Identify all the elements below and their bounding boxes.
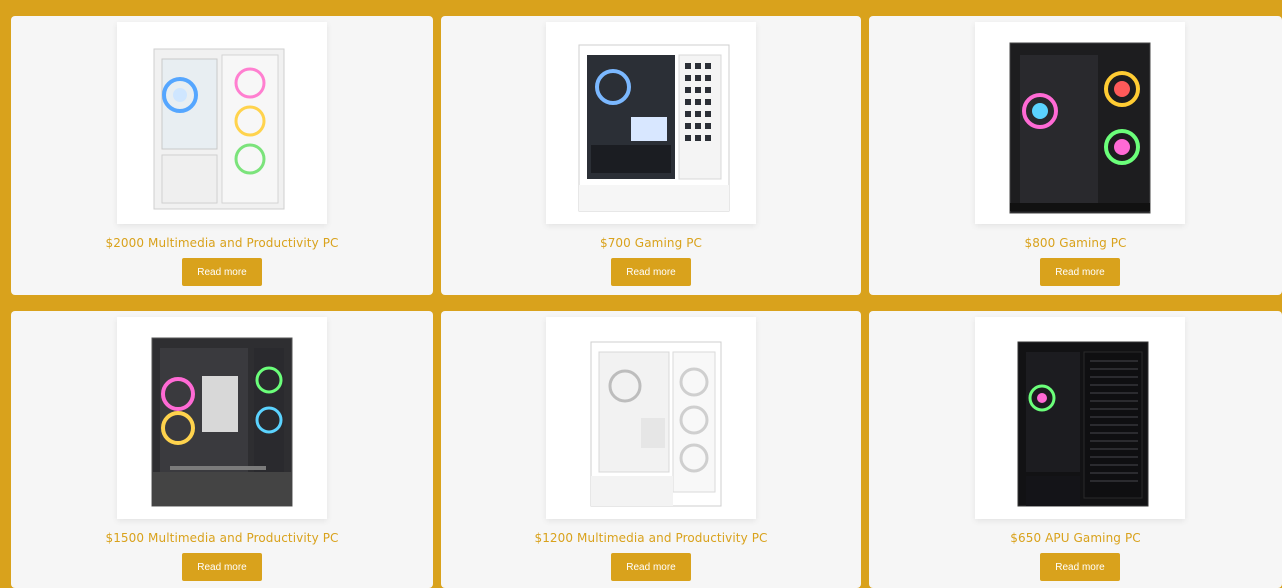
product-title[interactable]: $2000 Multimedia and Productivity PC <box>11 236 433 250</box>
read-more-button[interactable]: Read more <box>182 553 262 581</box>
pc-case-black-glass-image[interactable] <box>975 22 1185 224</box>
product-card: $1200 Multimedia and Productivity PC Rea… <box>441 311 861 588</box>
read-more-button[interactable]: Read more <box>611 258 691 286</box>
product-card: $2000 Multimedia and Productivity PC Rea… <box>11 16 433 295</box>
pc-case-white-mesh-image[interactable] <box>117 22 327 224</box>
pc-case-black-mesh-image-graphic <box>1017 341 1149 507</box>
pc-case-black-glass-image-graphic <box>1009 42 1151 214</box>
product-title[interactable]: $1500 Multimedia and Productivity PC <box>11 531 433 545</box>
read-more-button[interactable]: Read more <box>611 553 691 581</box>
pc-case-dark-glass-image[interactable] <box>117 317 327 519</box>
product-title[interactable]: $800 Gaming PC <box>869 236 1282 250</box>
read-more-button[interactable]: Read more <box>1040 258 1120 286</box>
product-title[interactable]: $700 Gaming PC <box>441 236 861 250</box>
pc-case-white-mesh-image-graphic <box>153 48 285 210</box>
product-card: $650 APU Gaming PC Read more <box>869 311 1282 588</box>
product-title[interactable]: $1200 Multimedia and Productivity PC <box>441 531 861 545</box>
pc-case-white-airflow-image-graphic <box>590 341 722 507</box>
pc-case-dark-glass-image-graphic <box>151 337 293 507</box>
pc-case-white-airflow-image[interactable] <box>546 317 756 519</box>
pc-case-white-window-image-graphic <box>578 44 730 212</box>
product-title[interactable]: $650 APU Gaming PC <box>869 531 1282 545</box>
pc-case-white-window-image[interactable] <box>546 22 756 224</box>
product-grid: $2000 Multimedia and Productivity PC Rea… <box>0 0 1282 588</box>
read-more-button[interactable]: Read more <box>1040 553 1120 581</box>
product-card: $1500 Multimedia and Productivity PC Rea… <box>11 311 433 588</box>
read-more-button[interactable]: Read more <box>182 258 262 286</box>
pc-case-black-mesh-image[interactable] <box>975 317 1185 519</box>
product-card: $700 Gaming PC Read more <box>441 16 861 295</box>
product-card: $800 Gaming PC Read more <box>869 16 1282 295</box>
